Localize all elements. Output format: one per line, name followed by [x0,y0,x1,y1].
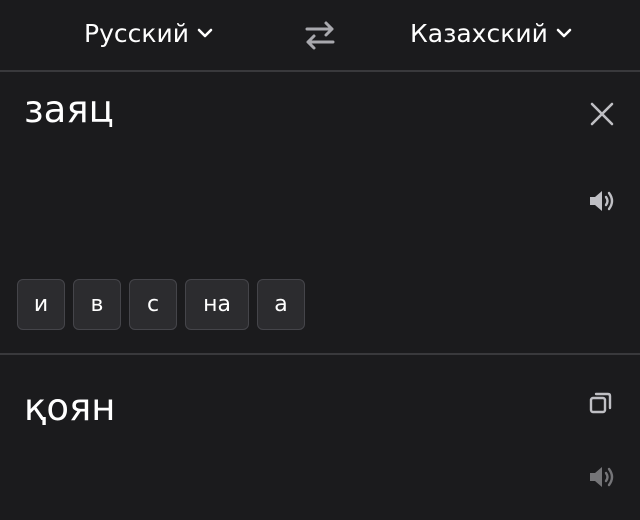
suggestion-chip[interactable]: а [257,279,305,330]
suggestion-chip[interactable]: в [73,279,121,330]
source-text-input[interactable]: заяц [24,86,114,134]
swap-arrows-icon[interactable] [300,18,340,52]
speaker-icon[interactable] [587,188,617,214]
suggestion-chip[interactable]: с [129,279,177,330]
language-bar: Русский Казахский [0,0,640,70]
top-divider [0,70,640,72]
speaker-icon[interactable] [587,464,617,490]
target-language-selector[interactable]: Казахский [410,17,574,49]
source-language-label: Русский [84,18,189,48]
chevron-down-icon [197,28,213,38]
suggestion-chip[interactable]: на [185,279,249,330]
translation-text: қоян [24,386,116,429]
word-suggestions: и в с на а [17,279,305,330]
target-language-label: Казахский [410,18,548,48]
middle-divider [0,353,640,355]
suggestion-chip[interactable]: и [17,279,65,330]
chevron-down-icon [556,28,572,38]
source-language-selector[interactable]: Русский [84,17,215,49]
close-icon[interactable] [588,100,616,128]
copy-icon[interactable] [588,390,614,416]
